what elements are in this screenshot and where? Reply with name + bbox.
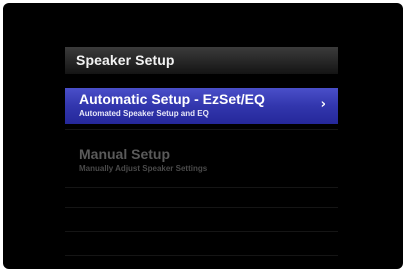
menu-item-title: Manual Setup — [79, 146, 171, 162]
menu-item-subtitle: Manually Adjust Speaker Settings — [79, 164, 208, 173]
tv-screen: Speaker Setup Automatic Setup - EzSet/EQ… — [3, 3, 403, 269]
speaker-setup-menu: Speaker Setup Automatic Setup - EzSet/EQ… — [65, 47, 338, 269]
chevron-right-icon: › — [320, 97, 326, 112]
menu-title: Speaker Setup — [76, 52, 175, 68]
menu-header: Speaker Setup — [65, 47, 338, 74]
divider — [65, 187, 338, 188]
divider — [65, 207, 338, 208]
divider — [65, 129, 338, 130]
menu-item-title: Automatic Setup - EzSet/EQ — [79, 91, 265, 107]
menu-item-subtitle: Automated Speaker Setup and EQ — [79, 109, 209, 118]
divider — [65, 231, 338, 232]
divider — [65, 255, 338, 256]
menu-item-manual-setup[interactable]: Manual Setup Manually Adjust Speaker Set… — [65, 143, 338, 179]
menu-item-automatic-setup[interactable]: Automatic Setup - EzSet/EQ Automated Spe… — [65, 88, 338, 124]
